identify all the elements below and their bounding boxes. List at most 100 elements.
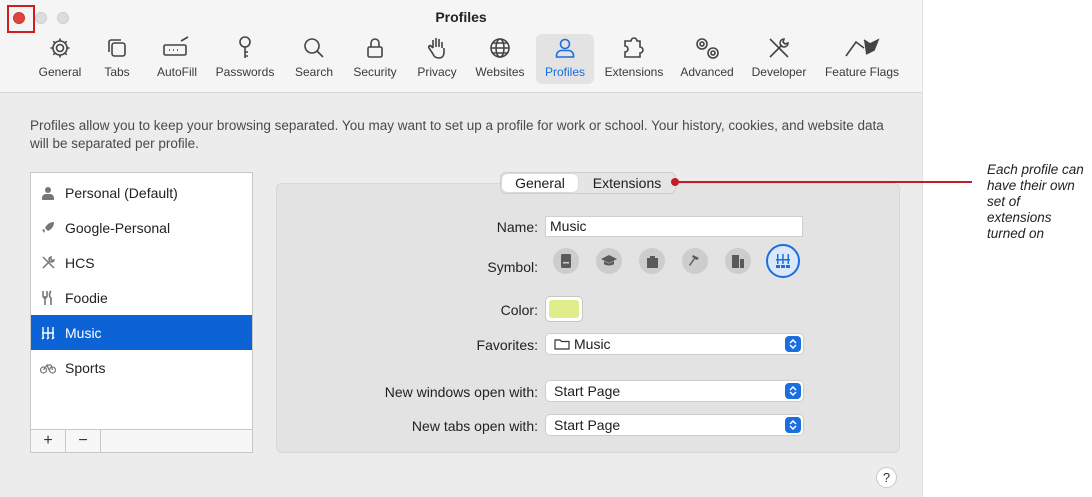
tab-profile-extensions[interactable]: Extensions bbox=[579, 174, 675, 192]
help-button[interactable]: ? bbox=[876, 467, 897, 488]
new-windows-value: Start Page bbox=[554, 383, 621, 399]
globe-icon bbox=[490, 38, 510, 58]
annotation-dot bbox=[671, 178, 679, 186]
tab-extensions[interactable]: Extensions bbox=[600, 34, 668, 84]
tools-icon bbox=[41, 256, 55, 269]
chevron-updown-icon bbox=[785, 417, 801, 433]
list-item-label: Google-Personal bbox=[65, 219, 171, 236]
music-stand-icon bbox=[776, 254, 790, 268]
search-icon bbox=[304, 38, 324, 58]
tab-search[interactable]: Search bbox=[288, 34, 340, 84]
favorites-value: Music bbox=[574, 336, 611, 352]
list-item-label: Sports bbox=[65, 359, 106, 376]
new-tabs-label: New tabs open with: bbox=[411, 418, 538, 434]
tab-extensions-label: Extensions bbox=[604, 65, 664, 79]
name-label: Name: bbox=[496, 219, 538, 235]
profiles-list: Personal (Default) Google-Personal HCS F… bbox=[30, 172, 253, 430]
symbol-label: Symbol: bbox=[487, 259, 538, 275]
list-controls: + − bbox=[30, 430, 253, 453]
tools-icon bbox=[769, 38, 789, 58]
lock-icon bbox=[367, 38, 383, 58]
tab-general[interactable]: General bbox=[28, 34, 92, 84]
preferences-window: Profiles General Tabs AutoFill Passwords… bbox=[0, 0, 923, 497]
tab-security-label: Security bbox=[353, 65, 397, 79]
gear-icon bbox=[50, 38, 70, 58]
new-windows-popup[interactable]: Start Page bbox=[545, 380, 804, 402]
symbol-music-stand-selected[interactable] bbox=[766, 244, 800, 278]
tab-tabs[interactable]: Tabs bbox=[94, 34, 140, 84]
list-item[interactable]: Google-Personal bbox=[31, 210, 252, 245]
gears-icon bbox=[696, 38, 719, 59]
list-item-selected[interactable]: Music bbox=[31, 315, 252, 350]
bicycle-icon bbox=[40, 363, 56, 374]
list-item-label: HCS bbox=[65, 254, 95, 271]
tab-profile-general[interactable]: General bbox=[502, 174, 578, 192]
remove-profile-button[interactable]: − bbox=[66, 430, 101, 452]
tab-feature-flags-label: Feature Flags bbox=[824, 65, 900, 79]
tab-search-label: Search bbox=[294, 65, 334, 79]
briefcase-icon bbox=[646, 255, 658, 268]
tab-advanced[interactable]: Advanced bbox=[674, 34, 740, 84]
annotation-text: Each profile can have their own set of e… bbox=[987, 162, 1084, 241]
tab-websites[interactable]: Websites bbox=[470, 34, 530, 84]
toolbar: Profiles General Tabs AutoFill Passwords… bbox=[0, 0, 922, 93]
list-item-label: Foodie bbox=[65, 289, 108, 306]
list-item[interactable]: HCS bbox=[31, 245, 252, 280]
name-field[interactable]: Music bbox=[545, 216, 803, 237]
tab-profiles-label: Profiles bbox=[544, 65, 585, 79]
rocket-icon bbox=[42, 221, 54, 233]
fork-knife-icon bbox=[42, 289, 52, 305]
flags-icon bbox=[845, 38, 880, 57]
tab-passwords[interactable]: Passwords bbox=[210, 34, 280, 84]
hand-icon bbox=[427, 38, 445, 59]
id-badge-icon bbox=[561, 254, 571, 268]
tab-developer-label: Developer bbox=[751, 65, 807, 79]
graduation-cap-icon bbox=[601, 255, 617, 266]
new-tabs-value: Start Page bbox=[554, 417, 621, 433]
tab-profiles[interactable]: Profiles bbox=[536, 34, 594, 84]
color-swatch bbox=[549, 300, 579, 318]
list-item[interactable]: Sports bbox=[31, 350, 252, 385]
tab-security[interactable]: Security bbox=[346, 34, 404, 84]
window-title: Profiles bbox=[435, 9, 487, 25]
hammer-icon bbox=[689, 255, 699, 266]
tab-autofill[interactable]: AutoFill bbox=[148, 34, 206, 84]
profile-tab-control: General Extensions bbox=[500, 172, 676, 194]
symbol-building[interactable] bbox=[725, 248, 751, 274]
annotation-line bbox=[676, 181, 972, 183]
building-icon bbox=[732, 255, 744, 268]
symbol-graduation-cap[interactable] bbox=[596, 248, 622, 274]
person-icon bbox=[555, 38, 575, 58]
favorites-label: Favorites: bbox=[476, 337, 538, 353]
symbol-id-badge[interactable] bbox=[553, 248, 579, 274]
music-stand-icon bbox=[41, 326, 55, 339]
tab-tabs-label: Tabs bbox=[104, 65, 130, 79]
tab-passwords-label: Passwords bbox=[215, 65, 275, 79]
chevron-updown-icon bbox=[785, 336, 801, 352]
chevron-updown-icon bbox=[785, 383, 801, 399]
tab-privacy[interactable]: Privacy bbox=[410, 34, 464, 84]
symbol-hammer[interactable] bbox=[682, 248, 708, 274]
list-item-label: Personal (Default) bbox=[65, 184, 178, 201]
tab-privacy-label: Privacy bbox=[417, 65, 457, 79]
tab-developer[interactable]: Developer bbox=[744, 34, 814, 84]
new-windows-label: New windows open with: bbox=[384, 384, 538, 400]
autofill-icon bbox=[163, 36, 189, 56]
profiles-description: Profiles allow you to keep your browsing… bbox=[30, 118, 884, 151]
tab-feature-flags[interactable]: Feature Flags bbox=[818, 34, 906, 84]
color-well[interactable] bbox=[545, 296, 583, 322]
add-profile-button[interactable]: + bbox=[31, 430, 66, 452]
key-icon bbox=[239, 36, 251, 58]
folder-icon bbox=[554, 339, 570, 350]
tab-autofill-label: AutoFill bbox=[156, 65, 197, 79]
color-label: Color: bbox=[500, 302, 538, 318]
symbol-briefcase[interactable] bbox=[639, 248, 665, 274]
new-tabs-popup[interactable]: Start Page bbox=[545, 414, 804, 436]
list-item[interactable]: Foodie bbox=[31, 280, 252, 315]
list-item[interactable]: Personal (Default) bbox=[31, 175, 252, 210]
puzzle-icon bbox=[624, 37, 644, 58]
tab-advanced-label: Advanced bbox=[680, 65, 734, 79]
tab-websites-label: Websites bbox=[475, 65, 525, 79]
list-item-label: Music bbox=[65, 324, 102, 341]
favorites-popup[interactable]: Music bbox=[545, 333, 804, 355]
